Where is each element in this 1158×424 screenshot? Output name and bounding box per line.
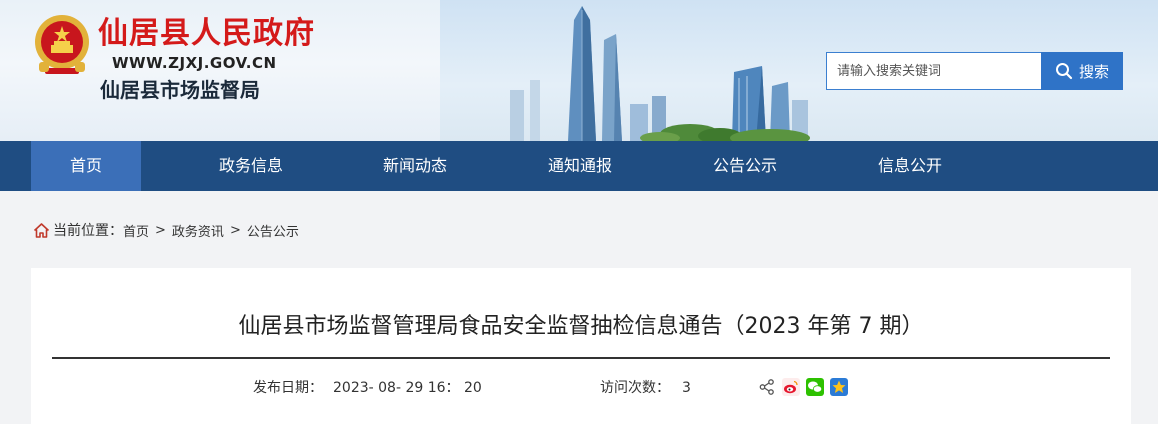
visit-count-value: 3 xyxy=(682,380,691,396)
publish-date-label: 发布日期： xyxy=(253,380,323,396)
share-bar xyxy=(758,378,848,396)
nav-item-announcements[interactable]: 公告公示 xyxy=(690,141,800,191)
nav-item-news[interactable]: 新闻动态 xyxy=(360,141,470,191)
title-divider xyxy=(52,357,1110,359)
weibo-icon[interactable] xyxy=(782,378,800,396)
nav-item-gov-info[interactable]: 政务信息 xyxy=(196,141,306,191)
breadcrumb-label: 当前位置： xyxy=(53,223,123,239)
qzone-icon[interactable] xyxy=(830,378,848,396)
search-button-label: 搜索 xyxy=(1078,62,1109,81)
article-title: 仙居县市场监督管理局食品安全监督抽检信息通告（2023 年第 7 期） xyxy=(238,314,924,339)
department-name: 仙居县市场监督局 xyxy=(100,78,260,102)
skyline-illustration xyxy=(510,6,810,141)
search-icon xyxy=(1055,63,1073,80)
nav-item-disclosure[interactable]: 信息公开 xyxy=(855,141,965,191)
breadcrumb-home[interactable]: 首页 xyxy=(123,221,149,240)
breadcrumb-gov-news[interactable]: 政务资讯 xyxy=(172,221,224,240)
main-nav: 首页 政务信息 新闻动态 通知通报 公告公示 信息公开 xyxy=(0,141,1158,191)
breadcrumb: 当前位置： 首页 > 政务资讯 > 公告公示 xyxy=(33,219,299,241)
search-box xyxy=(826,52,1042,90)
nav-item-notices[interactable]: 通知通报 xyxy=(525,141,635,191)
share-icon xyxy=(759,379,774,395)
article-card: 仙居县市场监督管理局食品安全监督抽检信息通告（2023 年第 7 期） 发布日期… xyxy=(31,268,1131,424)
site-url: WWW.ZJXJ.GOV.CN xyxy=(112,54,277,72)
breadcrumb-separator: > xyxy=(229,222,241,238)
wechat-icon[interactable] xyxy=(806,378,824,396)
visit-count-label: 访问次数： xyxy=(600,380,670,396)
site-header: 仙居县人民政府 WWW.ZJXJ.GOV.CN 仙居县市场监督局 搜索 xyxy=(0,0,1158,141)
breadcrumb-separator: > xyxy=(155,222,166,238)
search-button[interactable]: 搜索 xyxy=(1041,52,1123,90)
publish-date: 发布日期： 2023- 08- 29 16： 20 xyxy=(253,378,482,398)
visit-count: 访问次数： 3 xyxy=(600,378,691,398)
home-icon xyxy=(33,222,50,238)
publish-date-value: 2023- 08- 29 16： 20 xyxy=(333,380,482,396)
nav-item-home[interactable]: 首页 xyxy=(31,141,141,191)
breadcrumb-announcements[interactable]: 公告公示 xyxy=(247,221,299,240)
site-name: 仙居县人民政府 xyxy=(98,16,315,51)
search-input[interactable] xyxy=(827,53,1042,89)
national-emblem-icon xyxy=(35,15,89,74)
